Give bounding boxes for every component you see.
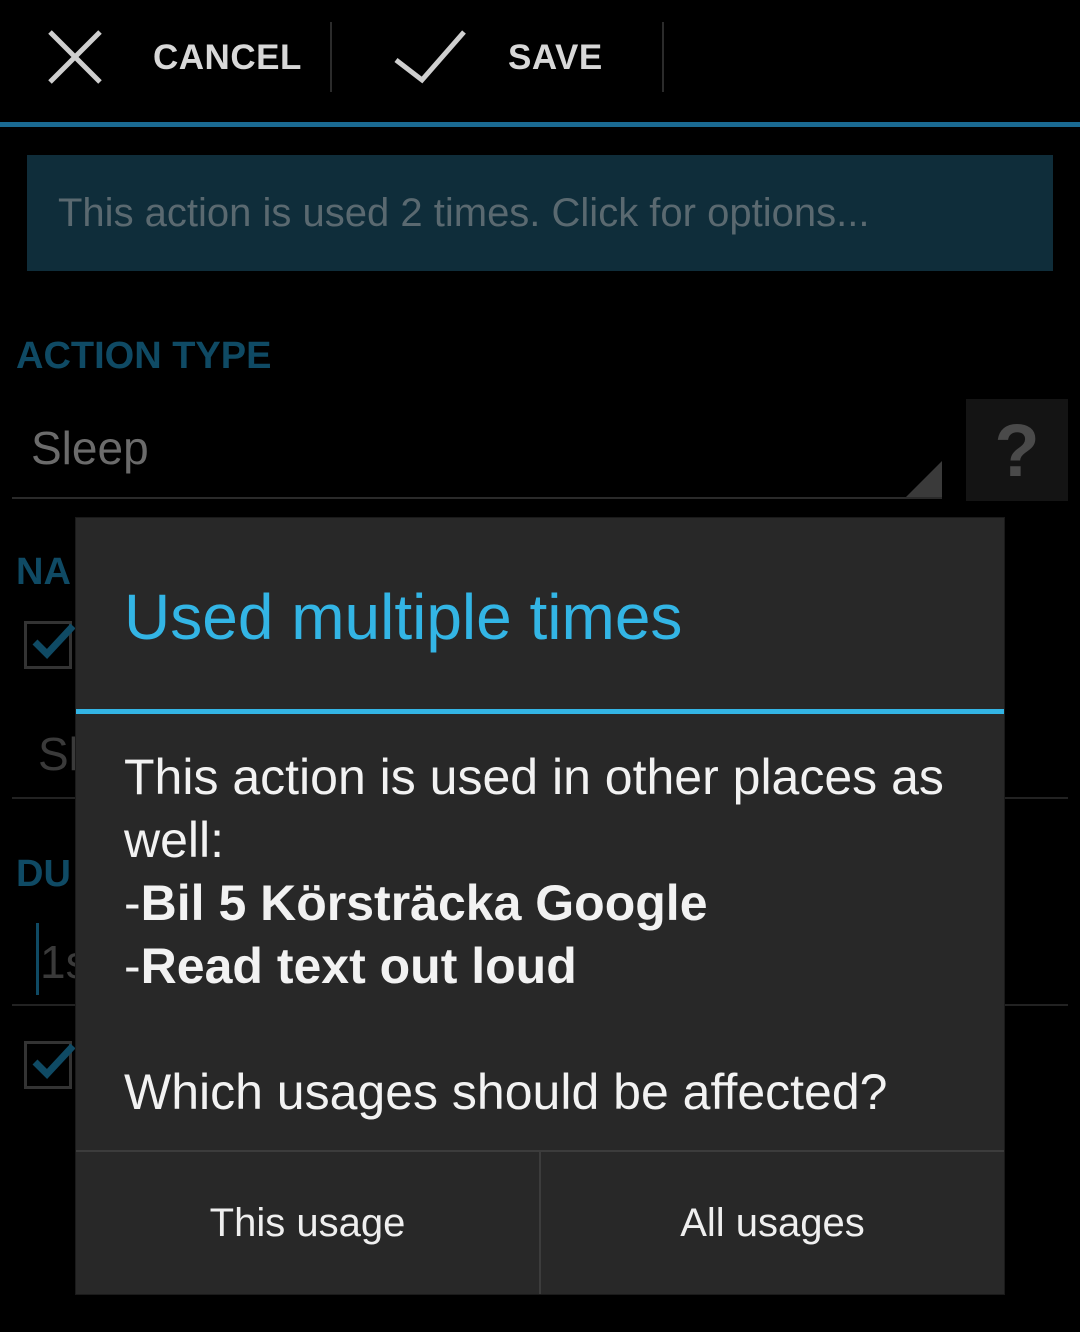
help-button[interactable]: ? — [966, 399, 1068, 501]
action-type-header: ACTION TYPE — [16, 335, 272, 377]
spinner-arrow-icon — [906, 461, 942, 497]
duration-checkbox[interactable] — [24, 1041, 76, 1089]
usage-item: -Read text out loud — [124, 938, 577, 994]
action-type-value: Sleep — [31, 422, 149, 474]
dialog-message: This action is used in other places as w… — [124, 746, 974, 1124]
checkmark-icon — [32, 1043, 76, 1080]
name-header: NA — [16, 551, 71, 593]
this-usage-button[interactable]: This usage — [76, 1152, 539, 1294]
action-bar: CANCEL SAVE — [0, 0, 1080, 122]
usage-item: -Bil 5 Körsträcka Google — [124, 875, 708, 931]
action-bar-divider — [662, 22, 664, 92]
dialog-title: Used multiple times — [124, 581, 683, 653]
close-icon — [44, 26, 106, 93]
dialog-question: Which usages should be affected? — [124, 1064, 888, 1120]
checkmark-icon — [392, 26, 468, 91]
text-cursor — [36, 923, 39, 995]
save-label: SAVE — [508, 38, 603, 77]
dialog-button-bar: This usage All usages — [76, 1150, 1004, 1294]
dialog-message-intro: This action is used in other places as w… — [124, 749, 944, 868]
all-usages-button[interactable]: All usages — [541, 1152, 1004, 1294]
usage-info-banner[interactable]: This action is used 2 times. Click for o… — [27, 155, 1053, 271]
duration-header: DU — [16, 853, 71, 895]
dialog-title-divider — [76, 709, 1004, 714]
action-type-spinner[interactable]: Sleep — [12, 407, 942, 499]
name-field-text: Sl — [38, 728, 79, 780]
used-multiple-times-dialog: Used multiple times This action is used … — [76, 518, 1004, 1294]
name-checkbox[interactable] — [24, 621, 76, 669]
cancel-label: CANCEL — [153, 38, 302, 77]
save-button[interactable]: SAVE — [332, 0, 662, 115]
cancel-button[interactable]: CANCEL — [0, 0, 330, 115]
checkmark-icon — [32, 623, 76, 660]
